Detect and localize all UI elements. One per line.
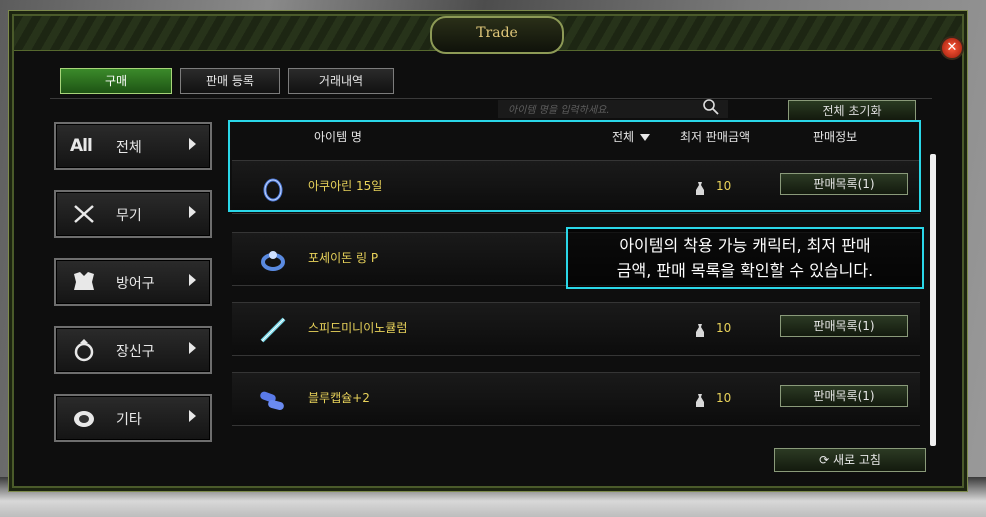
sale-list-button[interactable]: 판매목록(1) [780, 385, 908, 407]
search-bar [498, 98, 728, 120]
all-icon: All [70, 136, 93, 156]
refresh-button[interactable]: ⟳ 새로 고침 [774, 448, 926, 472]
highlight-frame [228, 120, 921, 212]
category-label: 전체 [116, 140, 142, 156]
category-armor[interactable]: 방어구 [54, 258, 212, 306]
category-all[interactable]: All 전체 [54, 122, 212, 170]
armor-icon [74, 272, 94, 290]
chevron-right-icon [189, 342, 196, 354]
item-name: 스피드미니이노큘럼 [308, 321, 408, 335]
reset-all-button[interactable]: 전체 초기화 [788, 100, 916, 122]
tab-history[interactable]: 거래내역 [288, 68, 394, 94]
tab-bar: 구매 판매 등록 거래내역 [60, 68, 394, 94]
category-misc[interactable]: 기타 [54, 394, 212, 442]
misc-icon [74, 411, 94, 427]
scrollbar[interactable] [930, 154, 936, 446]
window-title: Trade [430, 16, 564, 54]
chevron-right-icon [189, 274, 196, 286]
coin-bag-icon [696, 324, 704, 337]
poseidon-ring-icon [261, 251, 285, 271]
ring-icon [74, 339, 94, 362]
category-label: 기타 [116, 412, 142, 428]
tab-sell-register[interactable]: 판매 등록 [180, 68, 280, 94]
weapon-icon [74, 205, 94, 223]
category-label: 무기 [116, 208, 142, 224]
refresh-icon: ⟳ [819, 453, 830, 467]
item-price: 10 [716, 391, 732, 405]
search-input[interactable] [506, 100, 700, 120]
table-row[interactable]: 블루캡슐+2 10 판매목록(1) [232, 372, 920, 426]
coin-bag-icon [696, 394, 704, 407]
chevron-right-icon [189, 206, 196, 218]
table-row[interactable]: 스피드미니이노큘럼 10 판매목록(1) [232, 302, 920, 356]
item-name: 포세이돈 링 P [308, 251, 379, 265]
category-weapon[interactable]: 무기 [54, 190, 212, 238]
capsule-icon [260, 391, 284, 411]
tooltip-line: 아이템의 착용 가능 캐릭터, 최저 판매 [619, 236, 871, 255]
sale-list-button[interactable]: 판매목록(1) [780, 315, 908, 337]
help-tooltip: 아이템의 착용 가능 캐릭터, 최저 판매 금액, 판매 목록을 확인할 수 있… [566, 227, 924, 289]
category-label: 방어구 [116, 276, 155, 292]
close-button[interactable]: ✕ [940, 36, 964, 60]
tab-divider [50, 98, 932, 99]
item-name: 블루캡슐+2 [308, 391, 370, 405]
refresh-label: 새로 고침 [832, 453, 881, 467]
search-icon[interactable] [702, 98, 720, 116]
chevron-right-icon [189, 138, 196, 150]
syringe-icon [260, 317, 286, 343]
category-accessory[interactable]: 장신구 [54, 326, 212, 374]
item-price: 10 [716, 321, 732, 335]
scrollbar-thumb[interactable] [930, 154, 936, 446]
category-label: 장신구 [116, 344, 155, 360]
tab-buy[interactable]: 구매 [60, 68, 172, 94]
chevron-right-icon [189, 410, 196, 422]
tooltip-line: 금액, 판매 목록을 확인할 수 있습니다. [616, 261, 874, 280]
